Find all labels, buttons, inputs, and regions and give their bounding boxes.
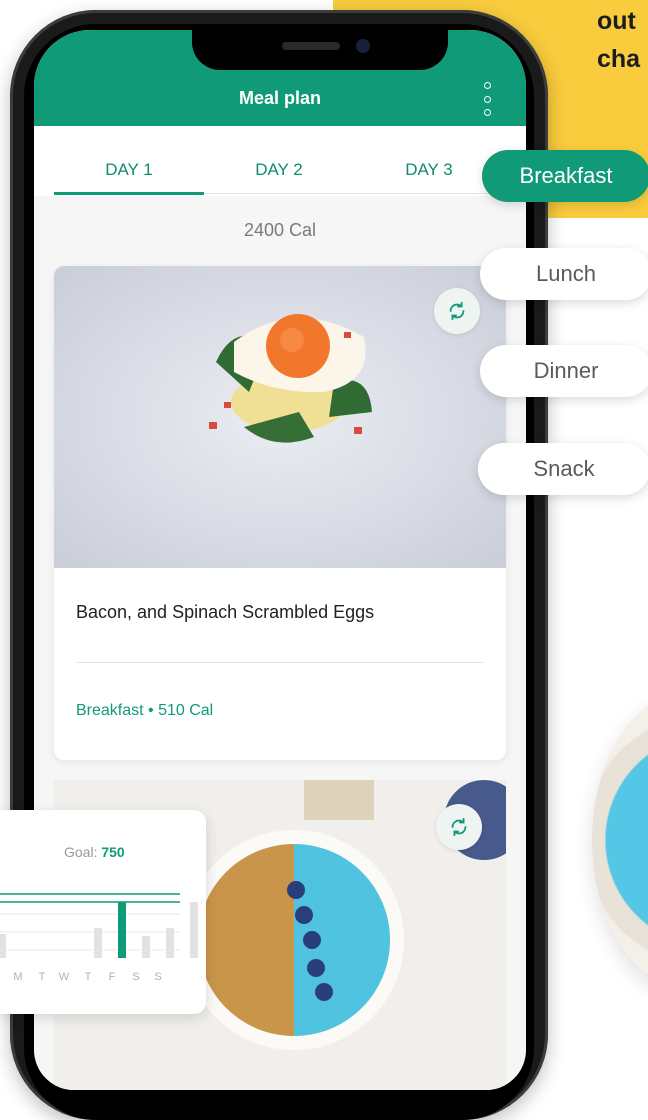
card-divider [76, 662, 484, 663]
meal-type-snack[interactable]: Snack [478, 443, 648, 495]
promo-line-1: out [597, 7, 636, 35]
chart-bar [142, 936, 150, 958]
meal-type-lunch[interactable]: Lunch [480, 248, 648, 300]
chart-x-tick: T [85, 971, 92, 983]
eggs-dish-image [209, 314, 372, 443]
daily-calories: 2400 Cal [243, 220, 317, 240]
day-tabs: DAY 1 DAY 2 DAY 3 [34, 126, 526, 196]
page-title: Meal plan [238, 88, 322, 108]
chart-x-tick: S [154, 971, 161, 983]
tab-day-2[interactable]: DAY 2 [204, 160, 354, 180]
meal-type-dinner[interactable]: Dinner [480, 345, 648, 397]
chart-x-tick: T [39, 971, 46, 983]
swap-meal-button[interactable] [434, 288, 480, 334]
chart-bar [0, 934, 6, 958]
more-vertical-icon[interactable] [480, 82, 494, 116]
goal-chart-card: Goal: 750 MTWTFSS [0, 810, 206, 1014]
goal-bar-chart: MTWTFSS [0, 893, 198, 983]
stage: out cha Meal plan DAY 1 DAY 2 DAY 3 2400… [0, 0, 648, 1120]
promo-text: out cha [597, 2, 640, 78]
meal-photo [54, 266, 506, 568]
tab-day-1[interactable]: DAY 1 [54, 160, 204, 180]
chart-x-tick: F [109, 971, 116, 983]
meal-card[interactable]: Bacon, and Spinach Scrambled Eggs Breakf… [54, 266, 506, 760]
meal-title: Bacon, and Spinach Scrambled Eggs [76, 602, 375, 622]
active-tab-indicator [54, 192, 204, 195]
chart-bar [166, 928, 174, 958]
smoothie-bowl-image [592, 690, 648, 990]
refresh-icon [449, 301, 465, 321]
meal-meta: Breakfast • 510 Cal [76, 702, 214, 719]
chart-x-tick: W [59, 971, 70, 983]
speaker-grille [282, 42, 340, 50]
meal-type-breakfast[interactable]: Breakfast [482, 150, 648, 202]
chart-bar [190, 902, 198, 958]
refresh-icon [451, 817, 467, 837]
swap-meal-button-2[interactable] [436, 804, 482, 850]
promo-line-2: cha [597, 45, 641, 73]
chart-bar [94, 928, 102, 958]
chart-x-tick: S [132, 971, 139, 983]
chart-bar [118, 902, 126, 958]
chart-x-tick: M [13, 971, 22, 983]
phone-notch [192, 30, 448, 70]
front-camera [356, 39, 370, 53]
tabs-divider [204, 193, 506, 194]
